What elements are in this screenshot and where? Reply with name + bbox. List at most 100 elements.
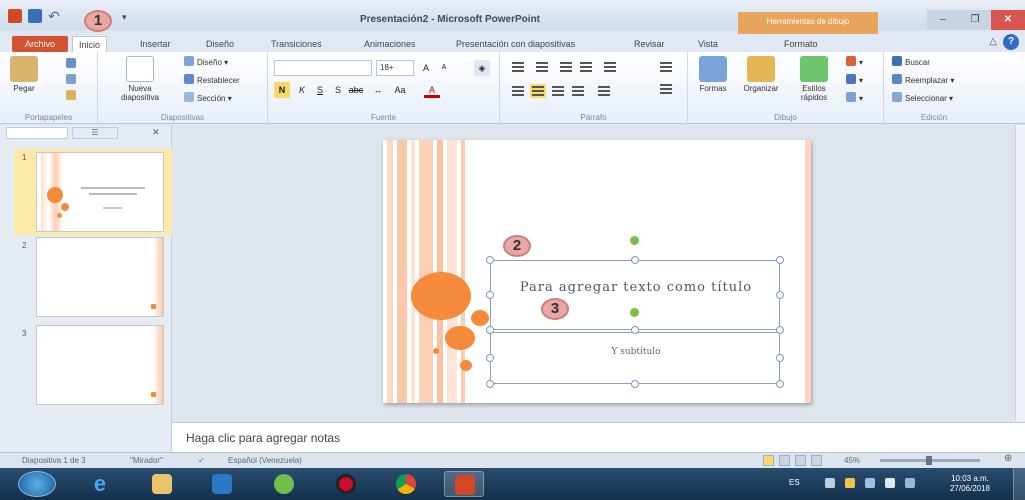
cut-button[interactable] [66,58,79,72]
vertical-scrollbar[interactable] [1015,125,1025,421]
tab-animaciones[interactable]: Animaciones [358,36,422,52]
signal-icon[interactable] [905,478,915,488]
tab-presentacion[interactable]: Presentación con diapositivas [450,36,581,52]
resize-handle[interactable] [486,326,494,334]
minimize-ribbon-icon[interactable]: △ [989,36,997,47]
find-button[interactable]: Buscar [892,56,930,70]
shape-fill-button[interactable]: ▾ [846,56,863,70]
powerpoint-logo-icon[interactable] [8,9,22,23]
font-color-button[interactable]: A [424,82,440,98]
arrange-button[interactable]: Organizar [738,56,784,93]
undo-icon[interactable]: ↶ [47,9,61,23]
replace-button[interactable]: Reemplazar ▾ [892,74,954,88]
resize-handle[interactable] [486,380,494,388]
tab-outline-view[interactable]: ☰ [72,127,118,139]
shape-effects-button[interactable]: ▾ [846,92,863,106]
slide-canvas[interactable]: Para agregar texto como título Y subtítu… [383,140,811,403]
reading-view-button[interactable] [795,455,806,466]
close-pane-icon[interactable]: ✕ [152,127,160,138]
format-painter-button[interactable] [66,90,79,104]
columns-button[interactable] [596,84,612,98]
resize-handle[interactable] [776,256,784,264]
recorder-taskbar-button[interactable] [326,471,366,497]
show-hidden-icons-icon[interactable] [825,478,835,488]
resize-handle[interactable] [776,380,784,388]
align-text-button[interactable] [658,82,674,96]
network-icon[interactable] [865,478,875,488]
file-explorer-taskbar-button[interactable] [142,471,182,497]
save-icon[interactable] [28,9,42,23]
slide-thumbnail-2[interactable] [36,237,164,317]
media-player-taskbar-button[interactable] [202,471,242,497]
tab-formato[interactable]: Formato [778,36,824,52]
underline-button[interactable]: S [312,82,328,98]
restore-button[interactable]: ❐ [959,10,991,30]
shape-outline-button[interactable]: ▾ [846,74,863,88]
font-name-field[interactable] [274,60,372,76]
input-language[interactable]: ES [789,478,800,487]
tab-insertar[interactable]: Insertar [134,36,177,52]
resize-handle[interactable] [631,256,639,264]
paste-button[interactable]: Pegar [6,56,42,93]
bullets-button[interactable] [510,60,526,74]
theme-status[interactable]: "Mirador" [130,456,163,465]
zoom-slider[interactable] [880,456,980,465]
resize-handle[interactable] [631,326,639,334]
change-case-button[interactable]: Aa [392,82,408,98]
minimize-button[interactable]: – [927,10,959,30]
tab-archivo[interactable]: Archivo [12,36,68,52]
resize-handle[interactable] [776,291,784,299]
customize-quick-access-icon[interactable]: ▾ [122,12,127,23]
powerpoint-taskbar-button[interactable] [444,471,484,497]
tab-inicio[interactable]: Inicio [72,36,108,52]
bold-button[interactable]: N [274,82,290,98]
resize-handle[interactable] [631,380,639,388]
rotation-handle[interactable] [630,308,639,317]
numbering-button[interactable] [534,60,550,74]
layout-button[interactable]: Diseño ▾ [184,56,228,70]
zoom-level[interactable]: 45% [844,456,860,465]
align-right-button[interactable] [550,84,566,98]
volume-icon[interactable] [885,478,895,488]
shadow-button[interactable]: S [330,82,346,98]
copy-button[interactable] [66,74,79,88]
spelling-icon[interactable]: ✓ [198,456,205,465]
title-placeholder[interactable]: Para agregar texto como título [490,260,780,330]
shapes-button[interactable]: Formas [692,56,734,93]
tab-transiciones[interactable]: Transiciones [265,36,328,52]
normal-view-button[interactable] [763,455,774,466]
tab-slides-view[interactable] [6,127,68,139]
start-button[interactable] [18,471,56,497]
tab-revisar[interactable]: Revisar [628,36,671,52]
font-size-field[interactable]: 18+ [376,60,414,76]
select-button[interactable]: Seleccionar ▾ [892,92,953,106]
subtitle-placeholder[interactable]: Y subtítulo [490,332,780,384]
justify-button[interactable] [570,84,586,98]
text-direction-button[interactable] [658,60,674,74]
slide-thumbnail-1[interactable] [36,152,164,232]
grow-font-button[interactable]: A [418,60,434,76]
slideshow-view-button[interactable] [811,455,822,466]
new-slide-button[interactable]: Nueva diapositiva [110,56,170,102]
internet-explorer-taskbar-button[interactable]: e [80,471,120,497]
resize-handle[interactable] [776,326,784,334]
clock[interactable]: 10:03 a.m. 27/06/2018 [945,474,995,494]
resize-handle[interactable] [486,256,494,264]
language-status[interactable]: Español (Venezuela) [228,456,302,465]
increase-indent-button[interactable] [578,60,594,74]
help-icon[interactable]: ? [1003,34,1019,50]
reset-button[interactable]: Restablecer [184,74,240,88]
show-desktop-button[interactable] [1013,468,1025,500]
resize-handle[interactable] [776,354,784,362]
resize-handle[interactable] [486,354,494,362]
italic-button[interactable]: K [294,82,310,98]
tab-vista[interactable]: Vista [692,36,724,52]
notes-pane[interactable]: Haga clic para agregar notas [172,422,1025,452]
tab-diseno[interactable]: Diseño [200,36,240,52]
clear-format-button[interactable]: ◈ [474,60,490,76]
close-button[interactable]: ✕ [991,10,1025,30]
char-spacing-button[interactable]: ↔ [370,82,386,98]
align-left-button[interactable] [510,84,526,98]
chrome-taskbar-button[interactable] [386,471,426,497]
section-button[interactable]: Sección ▾ [184,92,232,106]
